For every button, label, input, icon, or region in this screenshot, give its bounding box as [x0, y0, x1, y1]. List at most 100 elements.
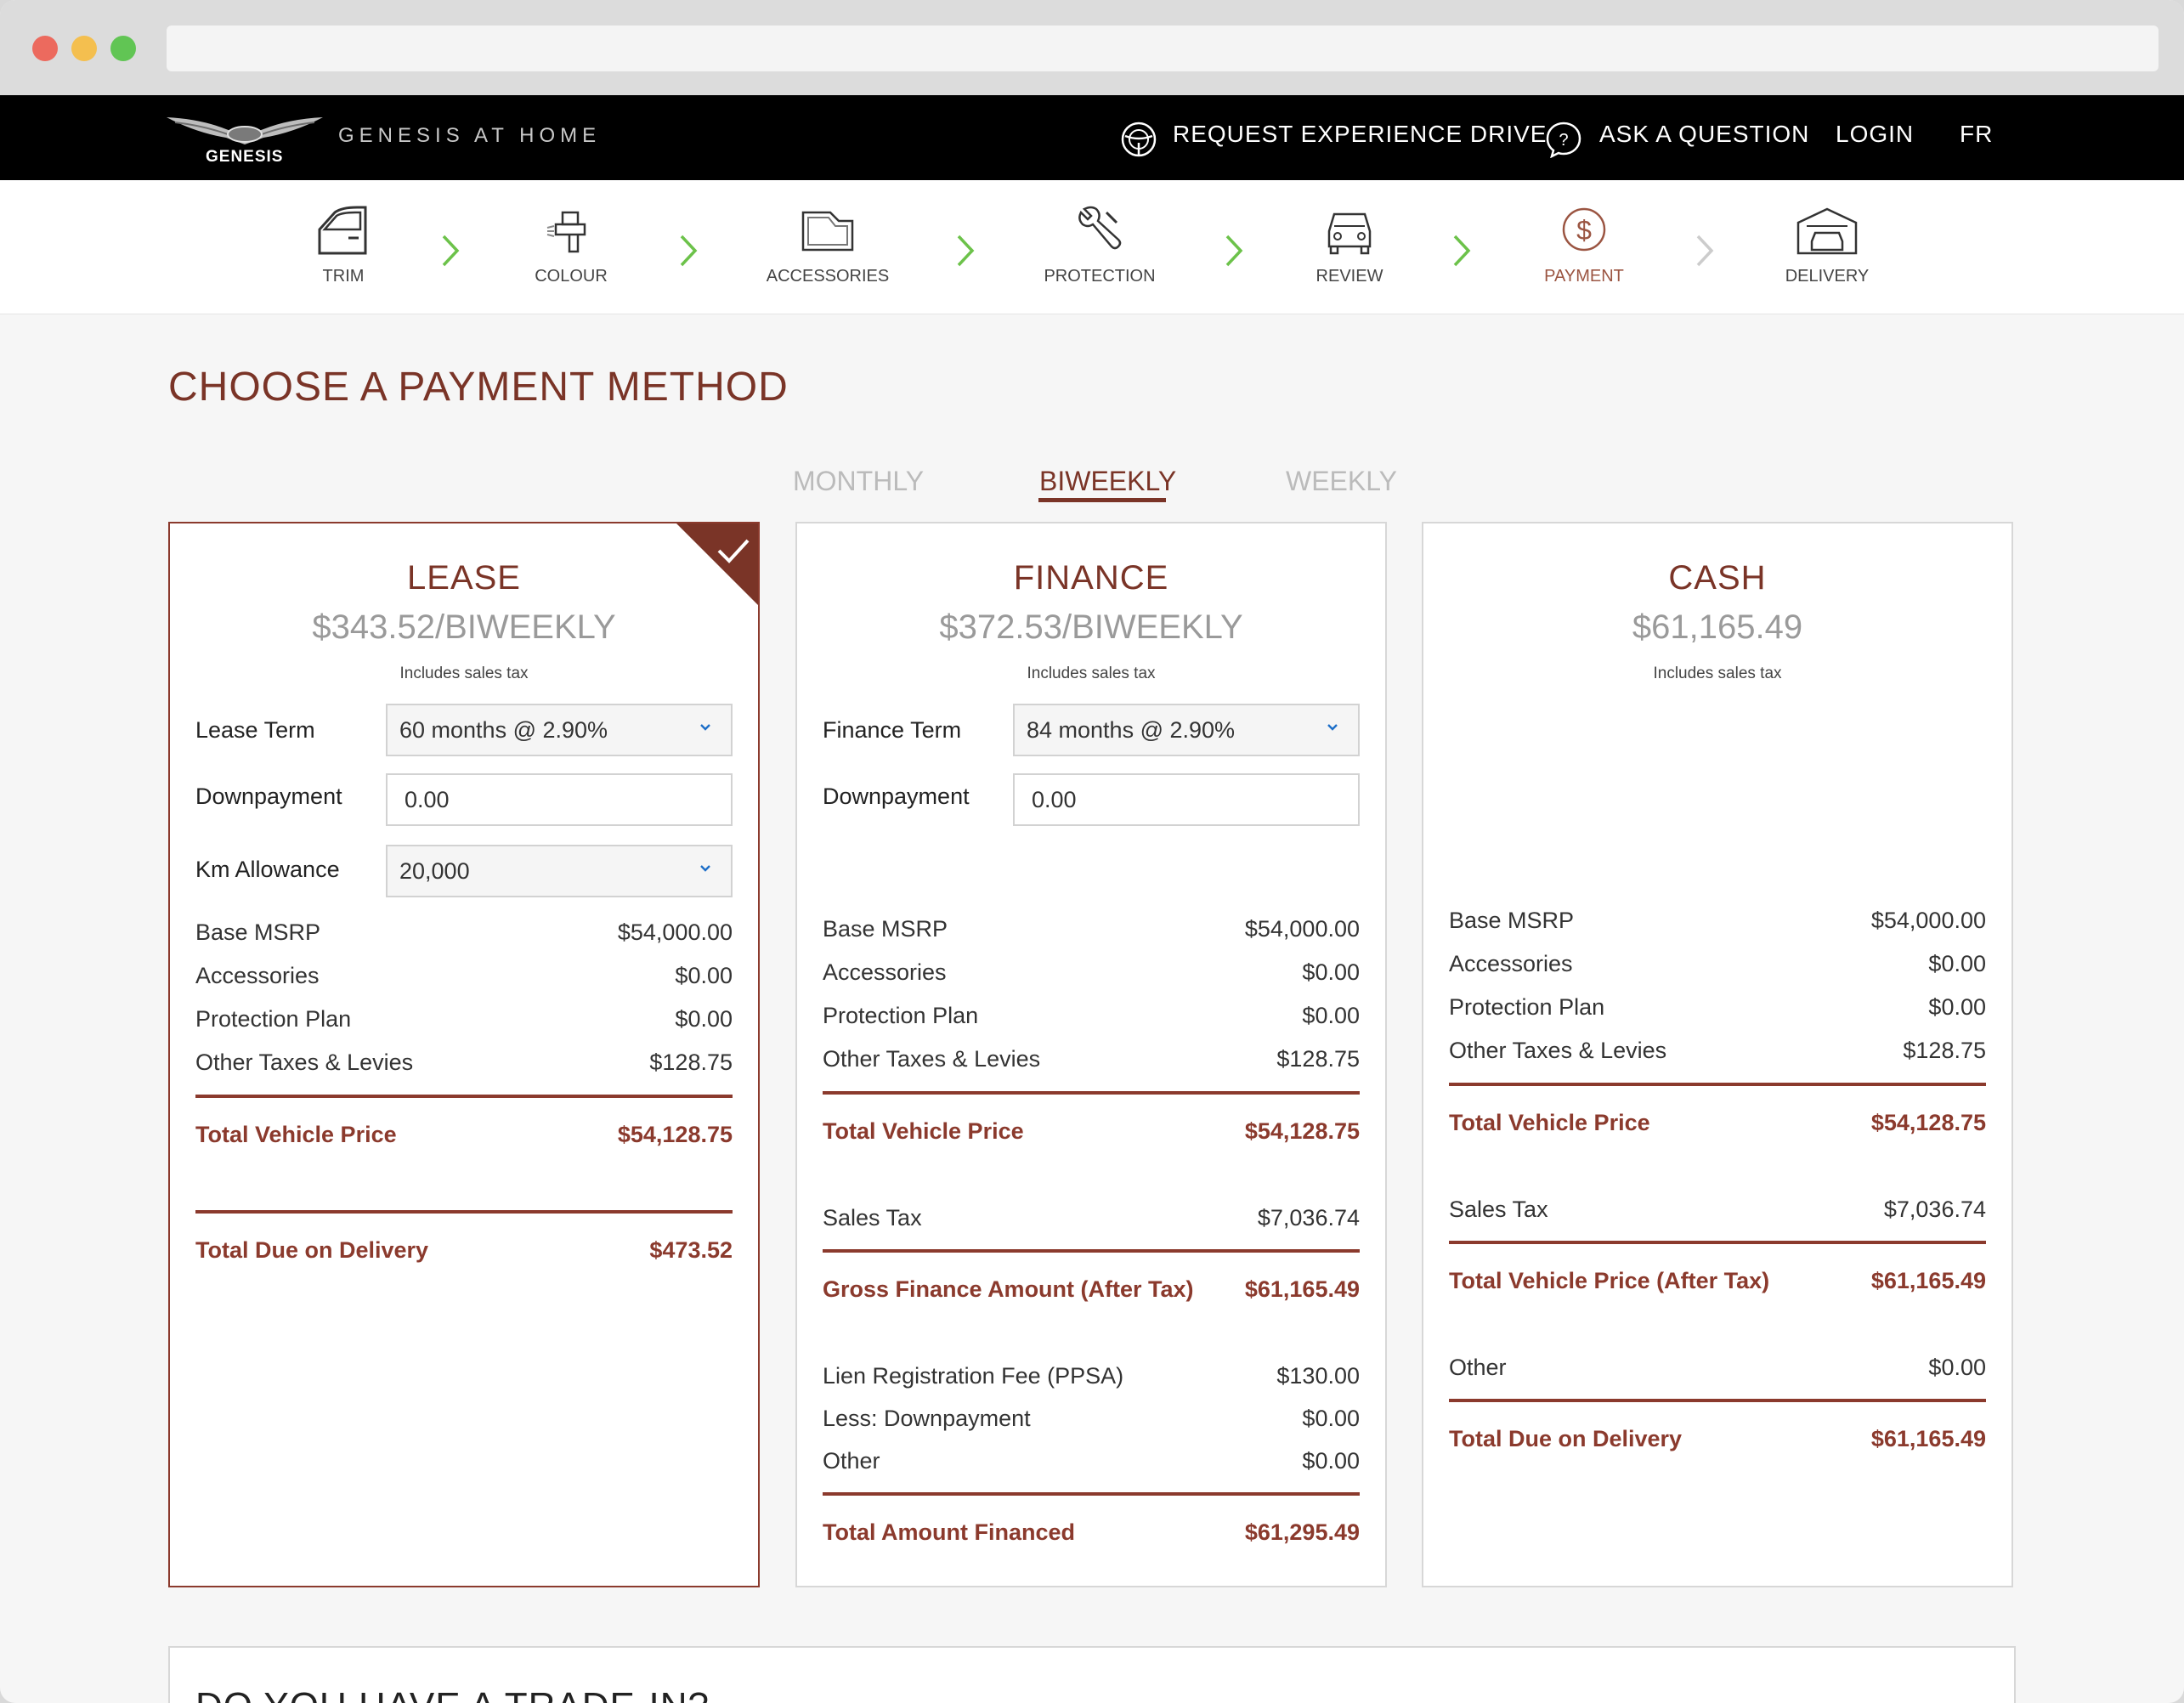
minimize-window-button[interactable]	[71, 36, 97, 61]
finance-card[interactable]: FINANCE $372.53/BIWEEKLY Includes sales …	[795, 522, 1387, 1587]
page-title: CHOOSE A PAYMENT METHOD	[168, 365, 789, 410]
lease-term-label: Lease Term	[195, 717, 315, 743]
line-item-row: Accessories $0.00	[823, 959, 1360, 985]
other-row: Other $0.00	[1449, 1355, 1986, 1380]
total-vehicle-price-row: Total Vehicle Price $54,128.75	[823, 1118, 1360, 1144]
ask-a-question-link[interactable]: ASK A QUESTION	[1599, 121, 1809, 148]
lease-term-value: 60 months @ 2.90%	[399, 717, 608, 743]
line-item-row: Base MSRP $54,000.00	[195, 919, 733, 945]
question-bubble-icon: ?	[1546, 122, 1581, 158]
tax-note: Includes sales tax	[399, 665, 529, 682]
line-item-row: Protection Plan $0.00	[195, 1006, 733, 1032]
cash-card[interactable]: CASH $61,165.49 Includes sales tax Base …	[1422, 522, 2013, 1587]
car-mat-icon	[801, 211, 854, 252]
trade-in-section[interactable]: DO YOU HAVE A TRADE-IN?	[168, 1646, 2016, 1703]
divider	[1449, 1399, 1986, 1402]
finance-term-value: 84 months @ 2.90%	[1027, 717, 1236, 743]
step-colour[interactable]: COLOUR	[486, 206, 656, 286]
close-window-button[interactable]	[32, 36, 58, 61]
total-vehicle-price-row: Total Vehicle Price $54,128.75	[1449, 1110, 1986, 1135]
card-price: $372.53/BIWEEKLY	[939, 608, 1243, 646]
step-label: COLOUR	[535, 267, 608, 286]
top-navigation: GENESIS GENESIS AT HOME REQUEST EXPERIEN…	[0, 95, 2184, 180]
step-label: PROTECTION	[1044, 267, 1156, 286]
after-tax-total-row: Total Vehicle Price (After Tax) $61,165.4…	[1449, 1268, 1986, 1293]
chevron-down-icon	[700, 724, 710, 731]
chevron-down-icon	[1327, 724, 1338, 731]
step-label: ACCESSORIES	[766, 267, 890, 286]
address-bar[interactable]	[167, 25, 2159, 71]
frequency-tab-weekly[interactable]: WEEKLY	[1286, 466, 1397, 497]
line-item-row: Accessories $0.00	[1449, 951, 1986, 976]
dollar-circle-icon: $	[1562, 207, 1606, 252]
line-item-row: Protection Plan $0.00	[823, 1003, 1360, 1028]
km-allowance-select[interactable]: 20,000	[386, 845, 733, 897]
step-accessories[interactable]: ACCESSORIES	[743, 206, 913, 286]
chevron-right-icon	[957, 235, 975, 267]
downpayment-value: 0.00	[1032, 787, 1077, 812]
step-review[interactable]: REVIEW	[1265, 206, 1434, 286]
progress-steps: TRIM COLOUR ACCESSORIES PROTECTION REVIE…	[0, 180, 2184, 314]
card-title: CASH	[1668, 559, 1767, 597]
line-item-row: Base MSRP $54,000.00	[1449, 908, 1986, 933]
chevron-right-icon	[1696, 235, 1714, 267]
km-allowance-value: 20,000	[399, 858, 470, 884]
gross-finance-row: Gross Finance Amount (After Tax) $61,165.…	[823, 1276, 1360, 1302]
lease-downpayment-input[interactable]: 0.00	[386, 773, 733, 826]
chevron-right-icon	[1453, 235, 1471, 267]
line-item-row: Other Taxes & Levies $128.75	[195, 1050, 733, 1075]
genesis-logo[interactable]: GENESIS	[167, 110, 323, 167]
card-title: FINANCE	[1013, 559, 1169, 597]
step-label: REVIEW	[1315, 267, 1383, 286]
total-due-row: Total Due on Delivery $473.52	[195, 1237, 733, 1263]
step-label: TRIM	[322, 267, 365, 286]
card-price: $61,165.49	[1632, 608, 1803, 646]
step-label: DELIVERY	[1785, 267, 1870, 286]
frequency-tab-biweekly[interactable]: BIWEEKLY	[1039, 466, 1176, 497]
car-door-icon	[318, 206, 367, 255]
maximize-window-button[interactable]	[110, 36, 136, 61]
svg-text:?: ?	[1559, 131, 1568, 150]
divider	[1449, 1241, 1986, 1244]
total-due-row: Total Due on Delivery $61,165.49	[1449, 1426, 1986, 1451]
chevron-right-icon	[1225, 235, 1243, 267]
chevron-down-icon	[700, 865, 710, 872]
fee-row: Less: Downpayment $0.00	[823, 1406, 1360, 1431]
line-item-row: Other Taxes & Levies $128.75	[1449, 1038, 1986, 1063]
divider	[195, 1095, 733, 1098]
line-item-row: Other Taxes & Levies $128.75	[823, 1046, 1360, 1072]
browser-window: GENESIS GENESIS AT HOME REQUEST EXPERIEN…	[0, 0, 2184, 1703]
lease-term-select[interactable]: 60 months @ 2.90%	[386, 704, 733, 756]
card-title: LEASE	[407, 559, 521, 597]
login-link[interactable]: LOGIN	[1836, 121, 1914, 148]
language-toggle-fr[interactable]: FR	[1960, 121, 1993, 148]
car-front-icon	[1327, 212, 1372, 255]
garage-icon	[1796, 207, 1858, 255]
line-item-row: Accessories $0.00	[195, 963, 733, 988]
spray-gun-icon	[546, 211, 586, 253]
chevron-right-icon	[442, 235, 460, 267]
finance-downpayment-input[interactable]: 0.00	[1013, 773, 1360, 826]
km-allowance-label: Km Allowance	[195, 857, 340, 882]
site-name: GENESIS AT HOME	[338, 124, 602, 147]
fee-row: Other $0.00	[823, 1448, 1360, 1474]
divider	[1449, 1083, 1986, 1086]
line-item-row: Protection Plan $0.00	[1449, 994, 1986, 1020]
finance-term-select[interactable]: 84 months @ 2.90%	[1013, 704, 1360, 756]
sales-tax-row: Sales Tax $7,036.74	[1449, 1197, 1986, 1222]
line-item-row: Base MSRP $54,000.00	[823, 916, 1360, 942]
browser-chrome	[0, 0, 2184, 95]
tax-note: Includes sales tax	[1027, 665, 1156, 682]
step-delivery[interactable]: DELIVERY	[1742, 206, 1912, 286]
lease-card[interactable]: LEASE $343.52/BIWEEKLY Includes sales ta…	[168, 522, 760, 1587]
request-experience-drive-link[interactable]: REQUEST EXPERIENCE DRIVE	[1173, 121, 1547, 148]
step-trim[interactable]: TRIM	[258, 206, 428, 286]
step-protection[interactable]: PROTECTION	[1015, 206, 1185, 286]
step-label: PAYMENT	[1544, 267, 1624, 286]
frequency-tab-monthly[interactable]: MONTHLY	[793, 466, 924, 497]
sales-tax-row: Sales Tax $7,036.74	[823, 1205, 1360, 1231]
divider	[823, 1091, 1360, 1095]
divider	[195, 1210, 733, 1214]
step-payment[interactable]: $ PAYMENT	[1499, 206, 1669, 286]
wrench-icon	[1078, 206, 1122, 250]
